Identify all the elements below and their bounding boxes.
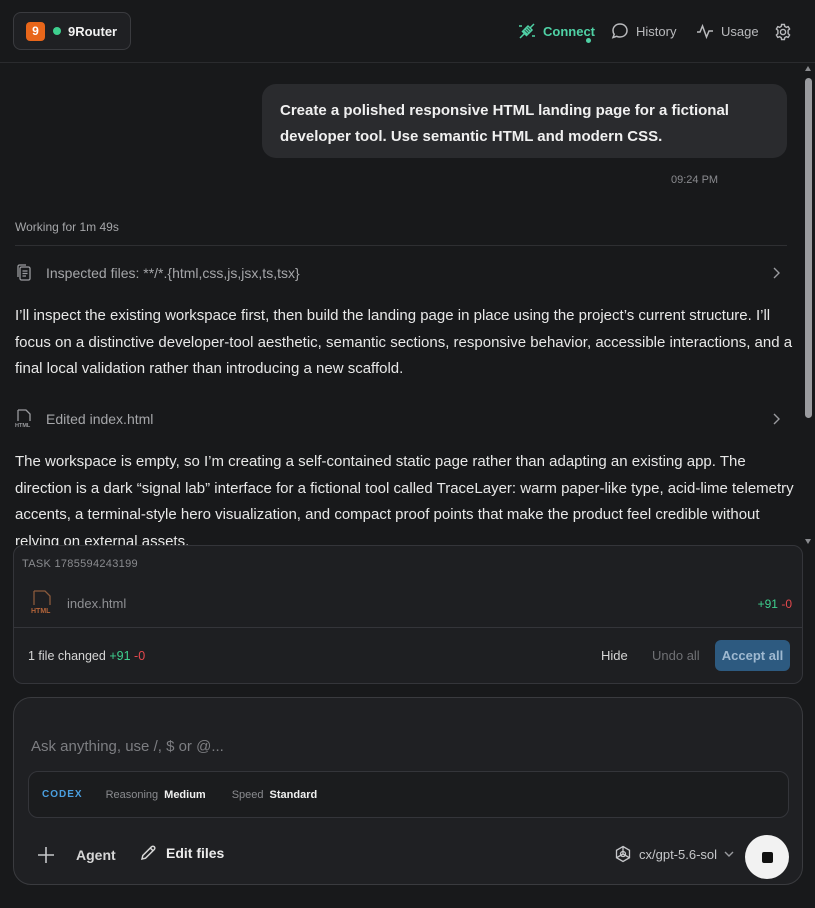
task-id: TASK 1785594243199: [22, 558, 138, 570]
html-file-icon: HTML: [15, 409, 31, 429]
prompt-input[interactable]: [31, 738, 771, 755]
edit-files-button[interactable]: Edit files: [140, 844, 224, 861]
brand-logo: 9: [26, 21, 45, 41]
changes-summary: 1 file changed +91 -0: [28, 649, 145, 663]
stop-icon: [761, 851, 773, 863]
chevron-right-icon: [773, 413, 780, 425]
svg-text:HTML: HTML: [15, 423, 31, 429]
changed-file-row[interactable]: HTML index.html +91 -0: [14, 584, 802, 626]
pencil-icon: [141, 845, 156, 860]
summary-lines-removed: -0: [134, 649, 146, 663]
speed-label: Speed: [231, 788, 264, 801]
assistant-paragraph: The workspace is empty, so I’m creating …: [15, 453, 794, 545]
chevron-down-icon: [724, 851, 734, 857]
activity-icon: [697, 23, 713, 40]
nav-usage[interactable]: Usage: [696, 20, 759, 42]
edited-file-row[interactable]: HTML Edited index.html: [15, 407, 787, 431]
task-changes-panel: TASK 1785594243199 HTML index.html +91 -…: [13, 545, 803, 684]
file-copy-icon: [17, 264, 31, 281]
chevron-right-icon: [773, 267, 780, 279]
user-message: Create a polished responsive HTML landin…: [262, 84, 787, 158]
undo-all-button[interactable]: Undo all: [652, 648, 700, 663]
file-lines-added: +91: [757, 597, 778, 611]
reasoning-label: Reasoning: [105, 788, 159, 801]
stop-button[interactable]: [745, 835, 789, 879]
message-timestamp: 09:24 PM: [671, 174, 719, 186]
scroll-up-arrow[interactable]: [805, 66, 811, 71]
file-diff-stats: +91 -0: [758, 597, 792, 611]
nav-connect-label: Connect: [543, 23, 595, 39]
model-name: cx/gpt-5.6-sol: [639, 846, 718, 862]
assistant-paragraph: I’ll inspect the existing workspace firs…: [15, 307, 793, 377]
composer-toolbar: Agent Edit files cx/gpt-5.6-sol: [14, 835, 804, 879]
nav-connect[interactable]: Connect: [518, 20, 595, 43]
agent-mode-button[interactable]: Agent: [76, 847, 116, 863]
engine-label: CODEX: [42, 789, 83, 800]
edit-files-label: Edit files: [166, 844, 225, 861]
connect-icon: [519, 23, 535, 39]
message-composer: CODEX Reasoning Medium Speed Standard Ag…: [13, 697, 803, 885]
nav-history-label: History: [636, 23, 677, 39]
reasoning-value[interactable]: Medium: [164, 789, 206, 801]
summary-lines-added: +91: [109, 649, 131, 663]
inspected-files-row[interactable]: Inspected files: **/*.{html,css,js,jsx,t…: [15, 261, 787, 285]
openai-logo-icon: [615, 845, 631, 863]
settings-button[interactable]: [774, 21, 799, 43]
gear-icon: [775, 23, 791, 41]
hide-button[interactable]: Hide: [601, 648, 628, 663]
changed-file-name: index.html: [67, 596, 127, 611]
brand-name: 9Router: [68, 23, 118, 39]
app-header: 9 9Router Connect History Usage: [0, 0, 815, 63]
html-file-icon-label: HTML: [31, 608, 51, 615]
divider: [15, 245, 787, 246]
brand-badge[interactable]: 9 9Router: [13, 12, 131, 50]
nav-usage-label: Usage: [721, 23, 759, 39]
changes-summary-label: 1 file changed: [28, 649, 106, 663]
scroll-thumb[interactable]: [805, 78, 812, 418]
inspected-files-label: Inspected files: **/*.{html,css,js,jsx,t…: [46, 265, 300, 281]
chat-bubble-icon: [611, 23, 628, 39]
file-lines-removed: -0: [781, 597, 792, 611]
speed-value[interactable]: Standard: [270, 789, 318, 801]
connect-indicator: [586, 38, 591, 43]
divider: [14, 627, 802, 628]
working-status: Working for 1m 49s: [15, 220, 119, 234]
html-file-icon: HTML: [31, 590, 51, 615]
chat-scrollbar[interactable]: [804, 66, 813, 544]
edited-file-label: Edited index.html: [46, 411, 154, 427]
scroll-down-arrow[interactable]: [805, 539, 811, 544]
status-dot: [53, 27, 61, 35]
model-settings-bar[interactable]: CODEX Reasoning Medium Speed Standard: [28, 771, 789, 818]
accept-all-button[interactable]: Accept all: [715, 640, 790, 671]
model-selector[interactable]: cx/gpt-5.6-sol: [613, 844, 735, 864]
nav-history[interactable]: History: [611, 20, 676, 42]
plus-icon[interactable]: [36, 845, 56, 865]
